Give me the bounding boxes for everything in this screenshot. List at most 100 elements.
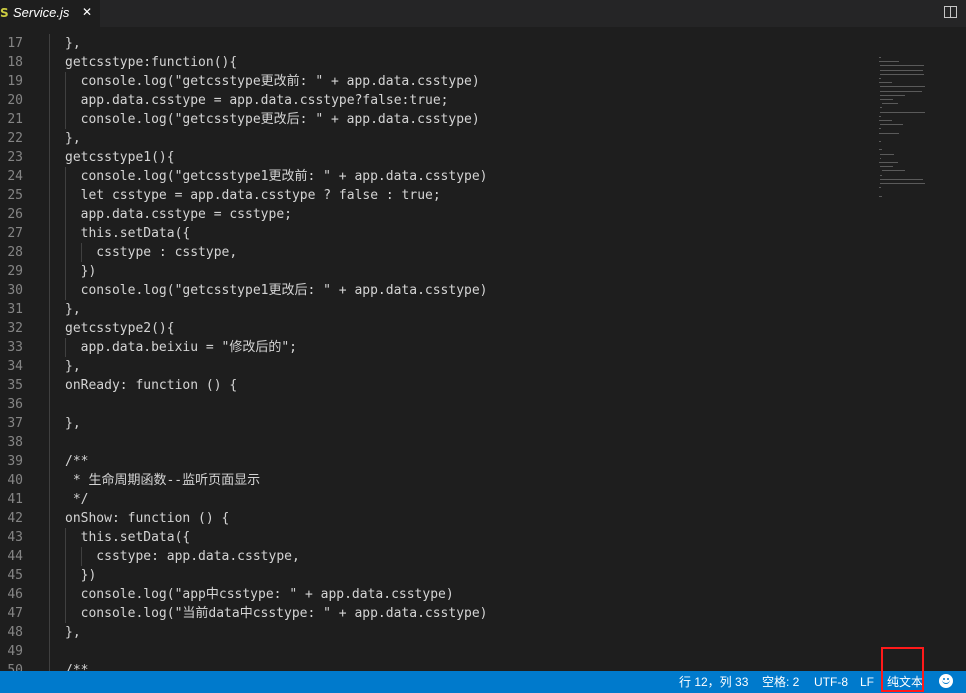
- line-number: 25: [7, 188, 23, 203]
- code-text: console.log("getcsstype1更改前: " + app.dat…: [65, 169, 488, 184]
- minimap-line: [880, 111, 926, 113]
- indent-guide: [49, 224, 50, 243]
- minimap-line: [879, 120, 892, 121]
- minimap-line: [879, 78, 881, 79]
- cursor-position[interactable]: 行 12，列 33: [679, 674, 748, 690]
- line-number: 20: [7, 93, 23, 108]
- line-number: 28: [7, 245, 23, 260]
- indent-guide: [49, 110, 50, 129]
- status-bar: 行 12，列 33 空格: 2 UTF-8 LF 纯文本: [0, 671, 966, 693]
- code-text: getcsstype2(){: [65, 321, 175, 336]
- line-number: 44: [7, 549, 23, 564]
- code-text: getcsstype1(){: [65, 150, 175, 165]
- feedback-smiley-icon[interactable]: [939, 674, 953, 688]
- code-lines: 17}, 18 getcsstype:function(){19 console.l…: [0, 34, 875, 671]
- minimap-line: [879, 187, 881, 189]
- minimap-line: [880, 124, 903, 126]
- code-text: console.log("app中csstype: " + app.data.c…: [65, 587, 454, 602]
- code-line: 23 getcsstype1(){: [0, 148, 875, 167]
- indent-guide: [49, 604, 50, 623]
- minimap-line: [879, 61, 899, 63]
- language-mode[interactable]: 纯文本: [887, 674, 923, 690]
- line-number: 35: [7, 378, 23, 393]
- line-number: 40: [7, 473, 23, 488]
- code-line: 50 /**: [0, 661, 875, 671]
- eol-setting[interactable]: LF: [860, 674, 874, 690]
- code-line: 37},: [0, 414, 875, 433]
- line-number: 39: [7, 454, 23, 469]
- minimap-line: [880, 99, 893, 100]
- minimap-line: [880, 69, 923, 71]
- close-icon[interactable]: ✕: [80, 4, 94, 20]
- smiley-mouth: [942, 680, 950, 684]
- line-number: 23: [7, 150, 23, 165]
- code-text: },: [65, 36, 81, 51]
- indent-guide: [49, 433, 50, 452]
- minimap-line: [879, 162, 898, 163]
- minimap-line: [879, 128, 881, 130]
- code-editor[interactable]: 17}, 18 getcsstype:function(){19 console.l…: [0, 27, 966, 671]
- minimap-line: [879, 153, 895, 155]
- line-number: 19: [7, 74, 23, 89]
- indent-guide: [49, 129, 50, 148]
- minimap-line: [879, 157, 882, 159]
- line-number: 46: [7, 587, 23, 602]
- code-line: 20 app.data.csstype = app.data.csstype?f…: [0, 91, 875, 110]
- code-line: 33 app.data.beixiu = "修改后的";: [0, 338, 875, 357]
- code-line: 48},: [0, 623, 875, 642]
- tab-service-js[interactable]: S Service.js ✕: [0, 0, 100, 27]
- minimap-line: [880, 73, 925, 75]
- tab-bar: S Service.js ✕: [0, 0, 966, 27]
- code-line: 24 console.log("getcsstype1更改前: " + app.…: [0, 167, 875, 186]
- code-text: }): [65, 264, 97, 279]
- indent-guide: [49, 300, 50, 319]
- code-line: 32 getcsstype2(){: [0, 319, 875, 338]
- line-number: 32: [7, 321, 23, 336]
- code-line: 46 console.log("app中csstype: " + app.dat…: [0, 585, 875, 604]
- line-number: 37: [7, 416, 23, 431]
- code-line: 31},: [0, 300, 875, 319]
- indent-guide: [49, 452, 50, 471]
- code-text: getcsstype:function(){: [65, 55, 238, 70]
- split-editor-icon[interactable]: [944, 6, 957, 18]
- indent-guide: [49, 585, 50, 604]
- minimap-line: [880, 90, 922, 92]
- code-line: 28 csstype : csstype,: [0, 243, 875, 262]
- code-text: /**: [65, 663, 89, 671]
- indent-guide: [49, 414, 50, 433]
- code-line: 27 this.setData({: [0, 224, 875, 243]
- indent-guide: [49, 566, 50, 585]
- code-line: 25 let csstype = app.data.csstype ? fals…: [0, 186, 875, 205]
- encoding-setting[interactable]: UTF-8: [814, 674, 848, 690]
- code-text: csstype : csstype,: [65, 245, 238, 260]
- code-line: 40 * 生命周期函数--监听页面显示: [0, 471, 875, 490]
- line-number: 43: [7, 530, 23, 545]
- code-line: 34},: [0, 357, 875, 376]
- line-number: 48: [7, 625, 23, 640]
- minimap-line: [879, 82, 892, 84]
- indent-guide: [49, 471, 50, 490]
- code-line: 17},: [0, 34, 875, 53]
- indentation-setting[interactable]: 空格: 2: [762, 674, 799, 690]
- indent-guide: [49, 547, 50, 566]
- minimap-line: [881, 103, 898, 105]
- minimap-line: [880, 65, 925, 67]
- code-line: 19 console.log("getcsstype更改前: " + app.d…: [0, 72, 875, 91]
- code-text: /**: [65, 454, 89, 469]
- code-line: 45 }): [0, 566, 875, 585]
- code-text: app.data.csstype = app.data.csstype?fals…: [65, 93, 449, 108]
- indent-guide: [49, 357, 50, 376]
- minimap-line: [879, 57, 881, 58]
- line-number: 29: [7, 264, 23, 279]
- code-text: app.data.csstype = csstype;: [65, 207, 292, 222]
- code-text: },: [65, 359, 81, 374]
- minimap[interactable]: [877, 27, 945, 227]
- tab-title: Service.js: [13, 5, 70, 20]
- minimap-line: [880, 107, 883, 109]
- indent-guide: [49, 148, 50, 167]
- line-number: 26: [7, 207, 23, 222]
- line-number: 24: [7, 169, 23, 184]
- line-number: 49: [7, 644, 23, 659]
- minimap-line: [879, 195, 882, 197]
- minimap-line: [880, 94, 905, 96]
